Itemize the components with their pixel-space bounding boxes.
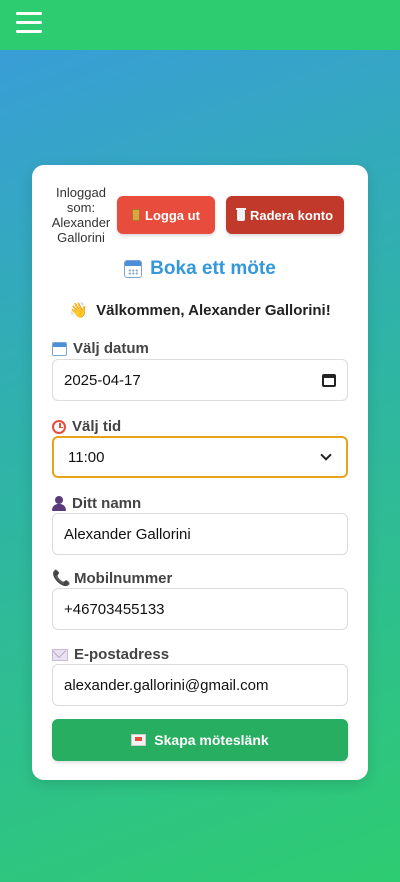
door-icon bbox=[132, 209, 141, 221]
date-label-text: Välj datum bbox=[73, 340, 149, 357]
time-label-text: Välj tid bbox=[72, 418, 122, 435]
top-navbar bbox=[0, 0, 400, 50]
phone-label: 📞 Mobilnummer bbox=[52, 570, 172, 587]
phone-value: +46703455133 bbox=[64, 600, 165, 618]
logout-button-label: Logga ut bbox=[145, 207, 200, 223]
trash-icon bbox=[235, 207, 246, 221]
calendar-icon bbox=[52, 341, 67, 356]
time-select[interactable]: 11:00 bbox=[52, 436, 348, 478]
logged-in-status: Inloggad som: Alexander Gallorini bbox=[51, 185, 111, 245]
email-value: alexander.gallorini@gmail.com bbox=[64, 676, 269, 694]
envelope-icon bbox=[52, 648, 68, 661]
date-value: 2025-04-17 bbox=[64, 371, 141, 389]
booking-card: Inloggad som: Alexander Gallorini Logga … bbox=[32, 165, 368, 780]
name-label: Ditt namn bbox=[52, 495, 141, 512]
welcome-message: 👋 Välkommen, Alexander Gallorini! bbox=[32, 301, 368, 319]
name-field[interactable]: Alexander Gallorini bbox=[52, 513, 348, 555]
time-value: 11:00 bbox=[68, 448, 105, 466]
date-picker-icon[interactable] bbox=[322, 373, 336, 387]
create-meeting-link-button[interactable]: Skapa möteslänk bbox=[52, 719, 348, 761]
name-label-text: Ditt namn bbox=[72, 495, 142, 512]
chevron-down-icon bbox=[320, 449, 332, 461]
date-label: Välj datum bbox=[52, 340, 149, 357]
hamburger-menu-icon[interactable] bbox=[16, 12, 42, 36]
phone-label-text: Mobilnummer bbox=[74, 570, 173, 587]
envelope-icon bbox=[131, 734, 147, 746]
create-meeting-link-label: Skapa möteslänk bbox=[154, 732, 269, 748]
email-label-text: E-postadress bbox=[74, 646, 170, 663]
name-value: Alexander Gallorini bbox=[64, 525, 191, 543]
phone-icon: 📞 bbox=[52, 569, 71, 587]
welcome-text: Välkommen, Alexander Gallorini! bbox=[96, 302, 331, 319]
email-label: E-postadress bbox=[52, 646, 169, 663]
alarm-clock-icon bbox=[52, 419, 66, 434]
logout-button[interactable]: Logga ut bbox=[117, 196, 215, 234]
time-label: Välj tid bbox=[52, 418, 121, 435]
page-title: Boka ett möte bbox=[32, 257, 368, 281]
delete-account-button-label: Radera konto bbox=[249, 207, 334, 223]
email-field[interactable]: alexander.gallorini@gmail.com bbox=[52, 664, 348, 706]
delete-account-button[interactable]: Radera konto bbox=[226, 196, 344, 234]
waving-hand-icon: 👋 bbox=[69, 302, 88, 319]
phone-field[interactable]: +46703455133 bbox=[52, 588, 348, 630]
date-field[interactable]: 2025-04-17 bbox=[52, 359, 348, 401]
page-title-text: Boka ett möte bbox=[150, 258, 276, 279]
person-icon bbox=[52, 496, 66, 511]
calendar-icon bbox=[124, 260, 143, 278]
